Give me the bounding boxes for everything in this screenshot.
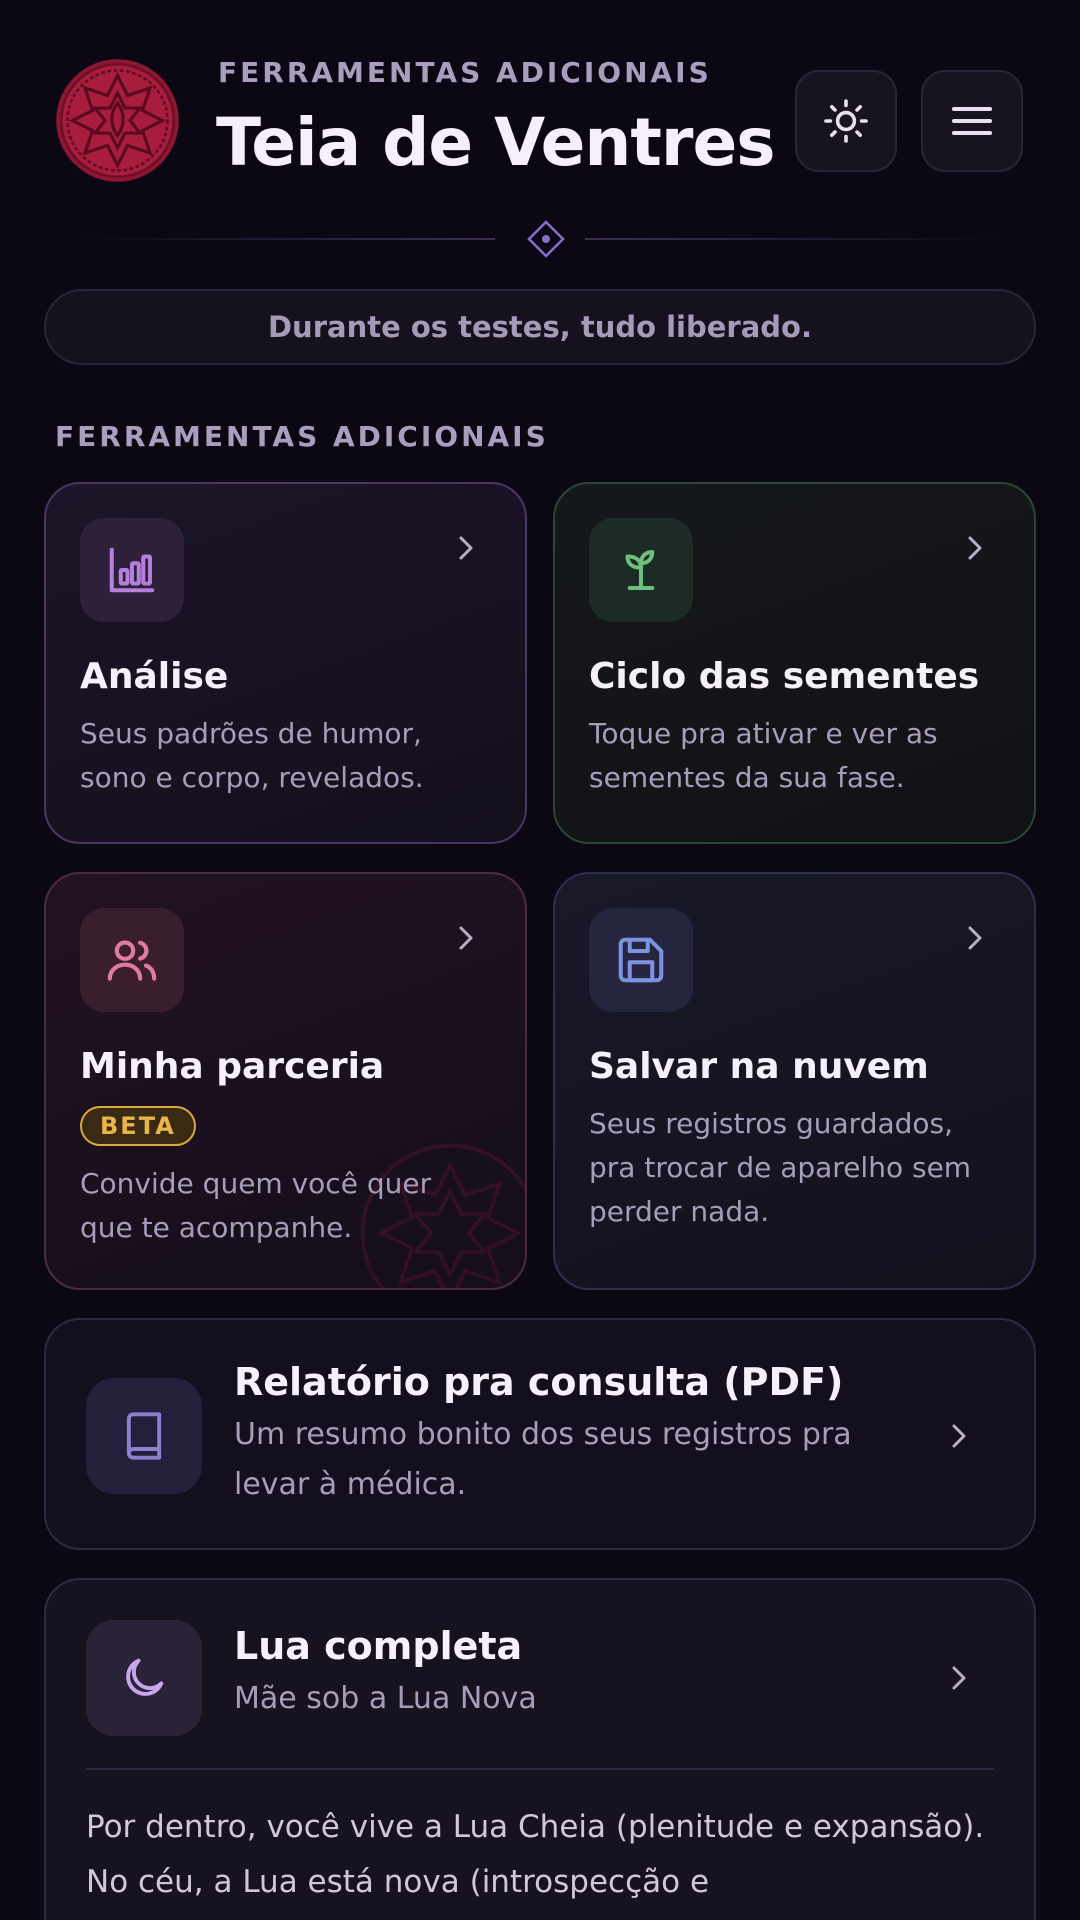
card-description: Toque pra ativar e ver as sementes da su… [589,717,938,794]
menu-button[interactable] [921,70,1023,172]
info-banner: Durante os testes, tudo liberado. [44,289,1036,365]
card-description: Seus padrões de humor, sono e corpo, rev… [80,717,424,794]
card-description: Convide quem você quer que te acompanhe. [80,1167,432,1244]
card-ciclo-sementes[interactable]: Ciclo das sementes Toque pra ativar e ve… [553,482,1036,844]
chevron-right-icon [459,926,473,950]
card-minha-parceria[interactable]: Minha parceria BETA Convide quem você qu… [44,872,527,1290]
card-icon-box [86,1620,202,1736]
divider [86,1768,994,1770]
chevron-right-icon [968,926,982,950]
card-subtitle: Mãe sob a Lua Nova [234,1681,537,1716]
header: FERRAMENTAS ADICIONAIS Teia de Ventres [0,0,1080,230]
chevron-right-icon [952,1666,966,1690]
beta-badge: BETA [80,1106,196,1146]
header-eyebrow: FERRAMENTAS ADICIONAIS [218,56,712,89]
card-lua-completa[interactable]: Lua completa Mãe sob a Lua Nova Por dent… [44,1578,1036,1920]
chevron-right-icon [952,1424,966,1448]
card-icon-box [86,1378,202,1494]
chevron-right-icon [459,536,473,560]
moon-icon [126,1658,164,1696]
card-description: Um resumo bonito dos seus registros pra … [234,1417,852,1502]
moon-description: Por dentro, você vive a Lua Cheia (pleni… [86,1809,985,1900]
card-analise[interactable]: Análise Seus padrões de humor, sono e co… [44,482,527,844]
book-icon [126,1412,162,1460]
hamburger-menu-icon [952,107,992,135]
card-title: Ciclo das sementes [589,656,980,697]
card-icon-box [80,518,184,622]
card-title: Salvar na nuvem [589,1046,929,1087]
diamond-ornament-icon [527,220,565,258]
sun-icon [824,99,868,143]
app-screen: FERRAMENTAS ADICIONAIS Teia de Ventres D… [0,0,1080,1920]
app-title: Teia de Ventres [216,104,776,181]
card-title: Minha parceria [80,1046,385,1087]
ornament-divider [80,220,1000,258]
card-title: Lua completa [234,1624,523,1668]
card-icon-box [80,908,184,1012]
card-icon-box [589,518,693,622]
sprout-icon [625,549,655,591]
save-icon [618,937,664,983]
bar-chart-icon [109,547,155,593]
card-title: Relatório pra consulta (PDF) [234,1360,844,1404]
chevron-right-icon [968,536,982,560]
theme-toggle-button[interactable] [795,70,897,172]
card-salvar-nuvem[interactable]: Salvar na nuvem Seus registros guardados… [553,872,1036,1290]
section-title: FERRAMENTAS ADICIONAIS [55,420,549,453]
mandala-logo-icon [56,59,179,182]
card-relatorio-pdf[interactable]: Relatório pra consulta (PDF) Um resumo b… [44,1318,1036,1550]
users-icon [107,940,157,981]
card-title: Análise [80,656,229,697]
card-icon-box [589,908,693,1012]
card-description: Seus registros guardados, pra trocar de … [589,1107,972,1228]
